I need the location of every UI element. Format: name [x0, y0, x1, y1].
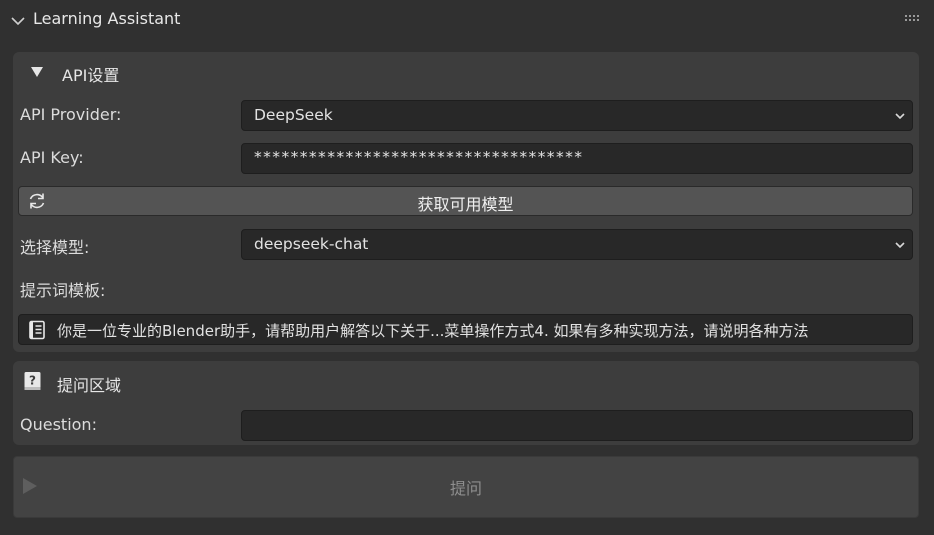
api-settings-header[interactable]: API设置 [13, 52, 919, 90]
prompt-template-value: 你是一位专业的Blender助手，请帮助用户解答以下关于...菜单操作方式4. … [57, 322, 809, 340]
question-label: Question: [20, 415, 97, 434]
prompt-template-label: 提示词模板: [20, 281, 106, 300]
model-select-label: 选择模型: [20, 238, 90, 257]
chevron-down-icon[interactable] [10, 13, 26, 29]
ask-button-label: 提问 [449, 479, 482, 498]
ask-button[interactable]: 提问 [13, 456, 919, 518]
triangle-down-icon[interactable] [31, 67, 43, 77]
fetch-models-label: 获取可用模型 [417, 195, 514, 214]
api-provider-value: DeepSeek [254, 106, 333, 124]
dropdown-arrow-icon [895, 242, 905, 249]
fetch-models-button[interactable]: 获取可用模型 [18, 186, 913, 216]
question-header[interactable]: ? 提问区域 [13, 361, 919, 401]
api-key-input[interactable]: ************************************ [241, 143, 913, 174]
dropdown-arrow-icon [895, 113, 905, 120]
api-key-value: ************************************ [254, 148, 584, 166]
prompt-template-field[interactable]: 你是一位专业的Blender助手，请帮助用户解答以下关于...菜单操作方式4. … [18, 314, 913, 345]
model-select-dropdown[interactable]: deepseek-chat [241, 229, 913, 260]
question-section-title: 提问区域 [57, 376, 122, 395]
api-provider-dropdown[interactable]: DeepSeek [241, 100, 913, 131]
model-select-value: deepseek-chat [254, 235, 369, 253]
api-provider-label: API Provider: [20, 105, 122, 124]
api-key-label: API Key: [20, 148, 84, 167]
help-book-icon: ? [24, 372, 41, 390]
question-input[interactable] [241, 410, 913, 441]
svg-text:?: ? [29, 374, 36, 388]
drag-grip-icon[interactable] [904, 14, 920, 22]
text-document-icon [29, 320, 45, 340]
panel-title: Learning Assistant [33, 9, 181, 28]
panel-header[interactable]: Learning Assistant [0, 0, 934, 40]
api-settings-title: API设置 [62, 66, 120, 85]
